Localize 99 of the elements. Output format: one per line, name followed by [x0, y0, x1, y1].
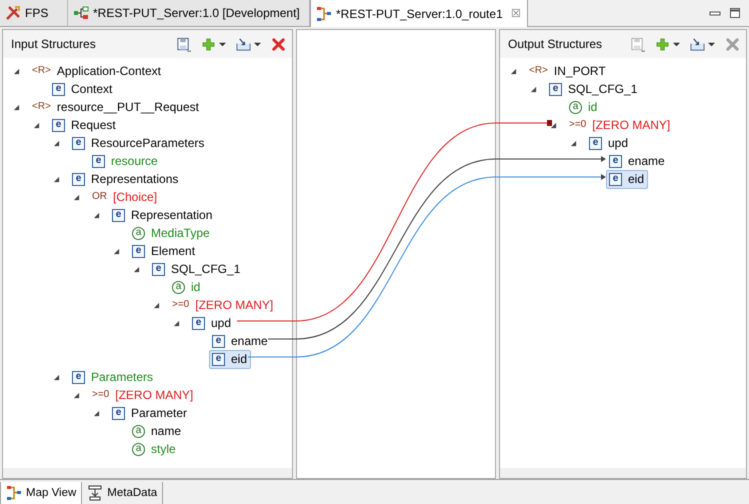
panel-title: Input Structures — [11, 37, 96, 51]
node-type-icon: >=0 — [172, 300, 190, 310]
expand-toggle-icon[interactable] — [53, 140, 60, 146]
node-type-icon: OR — [92, 192, 107, 202]
tree-item[interactable]: e Parameter — [109, 404, 192, 422]
metadata-icon — [87, 485, 104, 501]
node-type-icon: e — [589, 136, 602, 150]
view-tab[interactable]: MetaData — [82, 482, 164, 504]
tree-item[interactable]: e ename — [209, 332, 272, 350]
maximize-icon[interactable] — [729, 7, 741, 19]
expand-toggle-icon[interactable] — [33, 122, 40, 128]
expand-toggle-icon[interactable] — [113, 248, 120, 254]
tree-item[interactable]: e Representations — [69, 170, 182, 188]
tree-item[interactable]: a style — [129, 440, 180, 458]
node-type-icon: e — [72, 370, 85, 384]
tree-item[interactable]: e Request — [49, 116, 120, 134]
horizontal-scrollbar[interactable] — [500, 468, 746, 478]
tree-item[interactable]: >=0 [ZERO MANY] — [89, 386, 198, 404]
tree-item[interactable]: a id — [566, 98, 602, 116]
expand-toggle-icon[interactable] — [173, 320, 180, 326]
tree-item[interactable]: >=0 [ZERO MANY] — [566, 116, 674, 134]
node-type-icon: e — [549, 82, 562, 96]
caret-icon[interactable] — [219, 40, 226, 48]
tree-item[interactable]: e Representation — [109, 206, 216, 224]
expand-toggle-icon[interactable] — [530, 86, 537, 92]
delete-icon[interactable] — [271, 36, 286, 52]
node-type-icon: e — [152, 262, 165, 276]
tree-item[interactable]: e ResourceParameters — [69, 134, 208, 152]
tree-item[interactable]: e resource — [89, 152, 162, 170]
close-tab-button[interactable]: ☒ — [510, 7, 521, 20]
import-icon[interactable] — [236, 36, 251, 52]
node-type-icon: e — [609, 172, 622, 186]
node-type-icon: >=0 — [92, 390, 110, 400]
caret-icon[interactable] — [254, 40, 261, 48]
node-type-icon: a — [132, 442, 145, 456]
node-type-icon: e — [112, 208, 125, 222]
expand-toggle-icon[interactable] — [93, 410, 100, 416]
node-type-icon: e — [132, 244, 145, 258]
editor-tab[interactable]: FPS — [0, 0, 68, 26]
editor-tab[interactable]: *REST-PUT_Server:1.0_route1 ☒ — [310, 0, 528, 27]
node-type-icon: e — [52, 82, 65, 96]
node-type-icon: a — [172, 280, 185, 294]
route-icon — [316, 6, 332, 22]
tree-item[interactable]: e eid — [209, 350, 252, 368]
tree-item[interactable]: <R> resource__PUT__Request — [29, 98, 203, 116]
map-icon — [6, 485, 22, 501]
node-type-icon: a — [132, 226, 145, 240]
caret-icon[interactable] — [673, 40, 680, 48]
tree-item[interactable]: a id — [169, 278, 204, 296]
node-type-icon: e — [609, 154, 622, 168]
tree-item[interactable]: e Element — [129, 242, 200, 260]
expand-toggle-icon[interactable] — [93, 212, 100, 218]
expand-toggle-icon[interactable] — [13, 68, 20, 74]
node-type-icon: e — [92, 154, 105, 168]
expand-toggle-icon[interactable] — [510, 68, 517, 74]
node-type-icon: e — [212, 334, 225, 348]
expand-toggle-icon[interactable] — [73, 194, 80, 200]
node-type-icon: <R> — [32, 66, 51, 76]
expand-toggle-icon[interactable] — [73, 392, 80, 398]
expand-toggle-icon[interactable] — [570, 140, 577, 146]
node-type-icon: a — [569, 100, 582, 114]
tree-item[interactable]: e ename — [606, 152, 669, 170]
node-type-icon: e — [52, 118, 65, 132]
caret-icon[interactable] — [708, 40, 715, 48]
expand-toggle-icon[interactable] — [13, 104, 20, 110]
tree-item[interactable]: e Parameters — [69, 368, 158, 386]
tree-item[interactable]: e SQL_CFG_1 — [546, 80, 642, 98]
node-type-icon: e — [72, 172, 85, 186]
tree-item[interactable]: e SQL_CFG_1 — [149, 260, 244, 278]
expand-toggle-icon[interactable] — [53, 176, 60, 182]
horizontal-scrollbar[interactable] — [3, 468, 292, 478]
expand-toggle-icon[interactable] — [153, 302, 160, 308]
tree-item[interactable]: e eid — [606, 170, 648, 188]
tree-item[interactable]: <R> IN_PORT — [526, 62, 610, 80]
node-type-icon: <R> — [32, 102, 51, 112]
panel-title: Output Structures — [508, 37, 602, 51]
tree-item[interactable]: e upd — [189, 314, 236, 332]
import-icon[interactable] — [690, 36, 705, 52]
tree-item[interactable]: >=0 [ZERO MANY] — [169, 296, 278, 314]
tree-item[interactable]: <R> Application-Context — [29, 62, 165, 80]
tree-item[interactable]: e Context — [49, 80, 116, 98]
tree-item[interactable]: a name — [129, 422, 186, 440]
node-type-icon: <R> — [529, 66, 548, 76]
node-type-icon: e — [72, 136, 85, 150]
node-type-icon: >=0 — [569, 120, 586, 130]
view-tab[interactable]: Map View — [0, 482, 82, 504]
tools-icon — [5, 5, 21, 21]
expand-toggle-icon[interactable] — [53, 374, 60, 380]
tree-item[interactable]: a MediaType — [129, 224, 214, 242]
editor-tab[interactable]: *REST-PUT_Server:1.0 [Development] — [68, 0, 310, 26]
expand-toggle-icon[interactable] — [133, 266, 140, 272]
flow-icon — [73, 5, 89, 21]
tree-item[interactable]: e upd — [586, 134, 632, 152]
node-type-icon: e — [212, 352, 225, 366]
node-type-icon: a — [132, 424, 145, 438]
node-type-icon: e — [192, 316, 205, 330]
save-icon[interactable] — [176, 36, 191, 52]
node-type-icon: e — [112, 406, 125, 420]
tree-item[interactable]: OR [Choice] — [89, 188, 162, 206]
